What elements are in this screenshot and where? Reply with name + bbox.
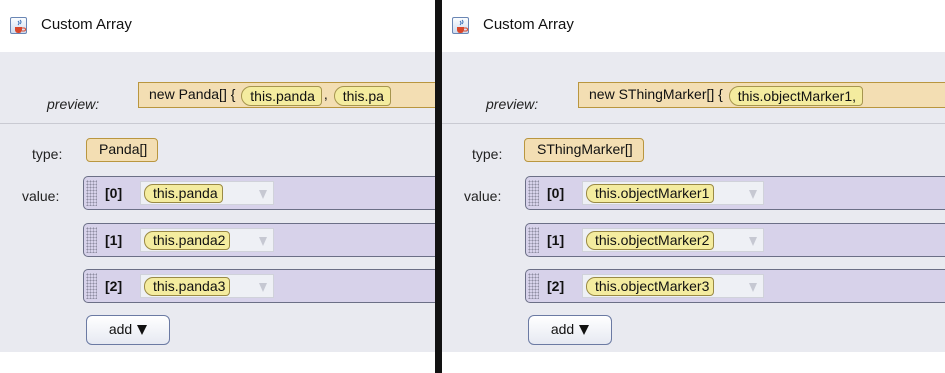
dialog-content: preview: new SThingMarker[] { this.objec… — [442, 52, 945, 352]
preview-label: preview: — [486, 96, 539, 112]
java-cup-icon — [10, 17, 27, 34]
divider — [435, 0, 442, 373]
chevron-down-icon[interactable] — [749, 283, 757, 292]
window-title: Custom Array — [483, 16, 574, 33]
drag-handle[interactable] — [528, 273, 539, 299]
separator — [0, 123, 435, 124]
item-value-chip[interactable]: this.panda — [144, 184, 223, 203]
chevron-down-icon[interactable] — [749, 190, 757, 199]
add-button[interactable]: add — [528, 315, 612, 345]
type-label: type: — [472, 146, 503, 162]
dialog-content: preview: new Panda[] { this.panda, this.… — [0, 52, 435, 352]
preview-item-chip: this.pa — [333, 86, 391, 106]
separator — [442, 123, 945, 124]
java-cup-icon — [452, 17, 469, 34]
add-button-label: add — [550, 321, 575, 337]
chevron-down-icon[interactable] — [259, 190, 267, 199]
item-value-combo[interactable]: this.objectMarker3 — [582, 274, 764, 298]
item-value-combo[interactable]: this.panda — [140, 181, 274, 205]
item-value-chip[interactable]: this.objectMarker2 — [586, 231, 715, 250]
array-item-row[interactable]: [0] this.objectMarker1 — [525, 176, 945, 210]
array-item-row[interactable]: [0] this.panda — [83, 176, 435, 210]
add-button[interactable]: add — [86, 315, 170, 345]
preview-item-chip: this.panda — [241, 86, 322, 106]
preview-label: preview: — [47, 96, 100, 112]
array-item-row[interactable]: [1] this.objectMarker2 — [525, 223, 945, 257]
title-bar: Custom Array — [0, 0, 435, 52]
triangle-down-icon — [579, 325, 590, 335]
item-index: [1] — [105, 232, 123, 248]
title-bar: Custom Array — [442, 0, 945, 52]
add-button-label: add — [108, 321, 133, 337]
custom-array-dialog-right: Custom Array preview: new SThingMarker[]… — [442, 0, 945, 373]
item-index: [1] — [547, 232, 565, 248]
item-index: [0] — [547, 185, 565, 201]
type-selector[interactable]: SThingMarker[] — [524, 138, 644, 162]
drag-handle[interactable] — [86, 180, 97, 206]
drag-handle[interactable] — [528, 227, 539, 253]
value-label: value: — [464, 188, 502, 204]
custom-array-dialog-left: Custom Array preview: new Panda[] { this… — [0, 0, 435, 373]
item-value-combo[interactable]: this.objectMarker1 — [582, 181, 764, 205]
type-selector[interactable]: Panda[] — [86, 138, 159, 162]
type-label: type: — [32, 146, 63, 162]
chevron-down-icon[interactable] — [259, 283, 267, 292]
item-value-chip[interactable]: this.panda2 — [144, 231, 231, 250]
drag-handle[interactable] — [86, 227, 97, 253]
value-label: value: — [22, 188, 60, 204]
array-item-row[interactable]: [2] this.objectMarker3 — [525, 269, 945, 303]
preview-prefix: new SThingMarker[] { — [589, 86, 723, 102]
drag-handle[interactable] — [528, 180, 539, 206]
array-item-row[interactable]: [2] this.panda3 — [83, 269, 435, 303]
item-index: [2] — [547, 278, 565, 294]
item-value-chip[interactable]: this.objectMarker3 — [586, 277, 715, 296]
item-value-chip[interactable]: this.objectMarker1 — [586, 184, 715, 203]
chevron-down-icon[interactable] — [259, 237, 267, 246]
item-index: [2] — [105, 278, 123, 294]
chevron-down-icon[interactable] — [749, 237, 757, 246]
preview-prefix: new Panda[] { — [149, 86, 236, 102]
item-value-combo[interactable]: this.objectMarker2 — [582, 228, 764, 252]
array-item-row[interactable]: [1] this.panda2 — [83, 223, 435, 257]
item-value-combo[interactable]: this.panda3 — [140, 274, 274, 298]
preview-expression: new SThingMarker[] { this.objectMarker1, — [578, 82, 945, 108]
preview-expression: new Panda[] { this.panda, this.pa — [138, 82, 435, 108]
drag-handle[interactable] — [86, 273, 97, 299]
item-value-combo[interactable]: this.panda2 — [140, 228, 274, 252]
triangle-down-icon — [137, 325, 148, 335]
preview-item-chip: this.objectMarker1, — [728, 86, 864, 106]
window-title: Custom Array — [41, 16, 132, 33]
item-value-chip[interactable]: this.panda3 — [144, 277, 231, 296]
item-index: [0] — [105, 185, 123, 201]
